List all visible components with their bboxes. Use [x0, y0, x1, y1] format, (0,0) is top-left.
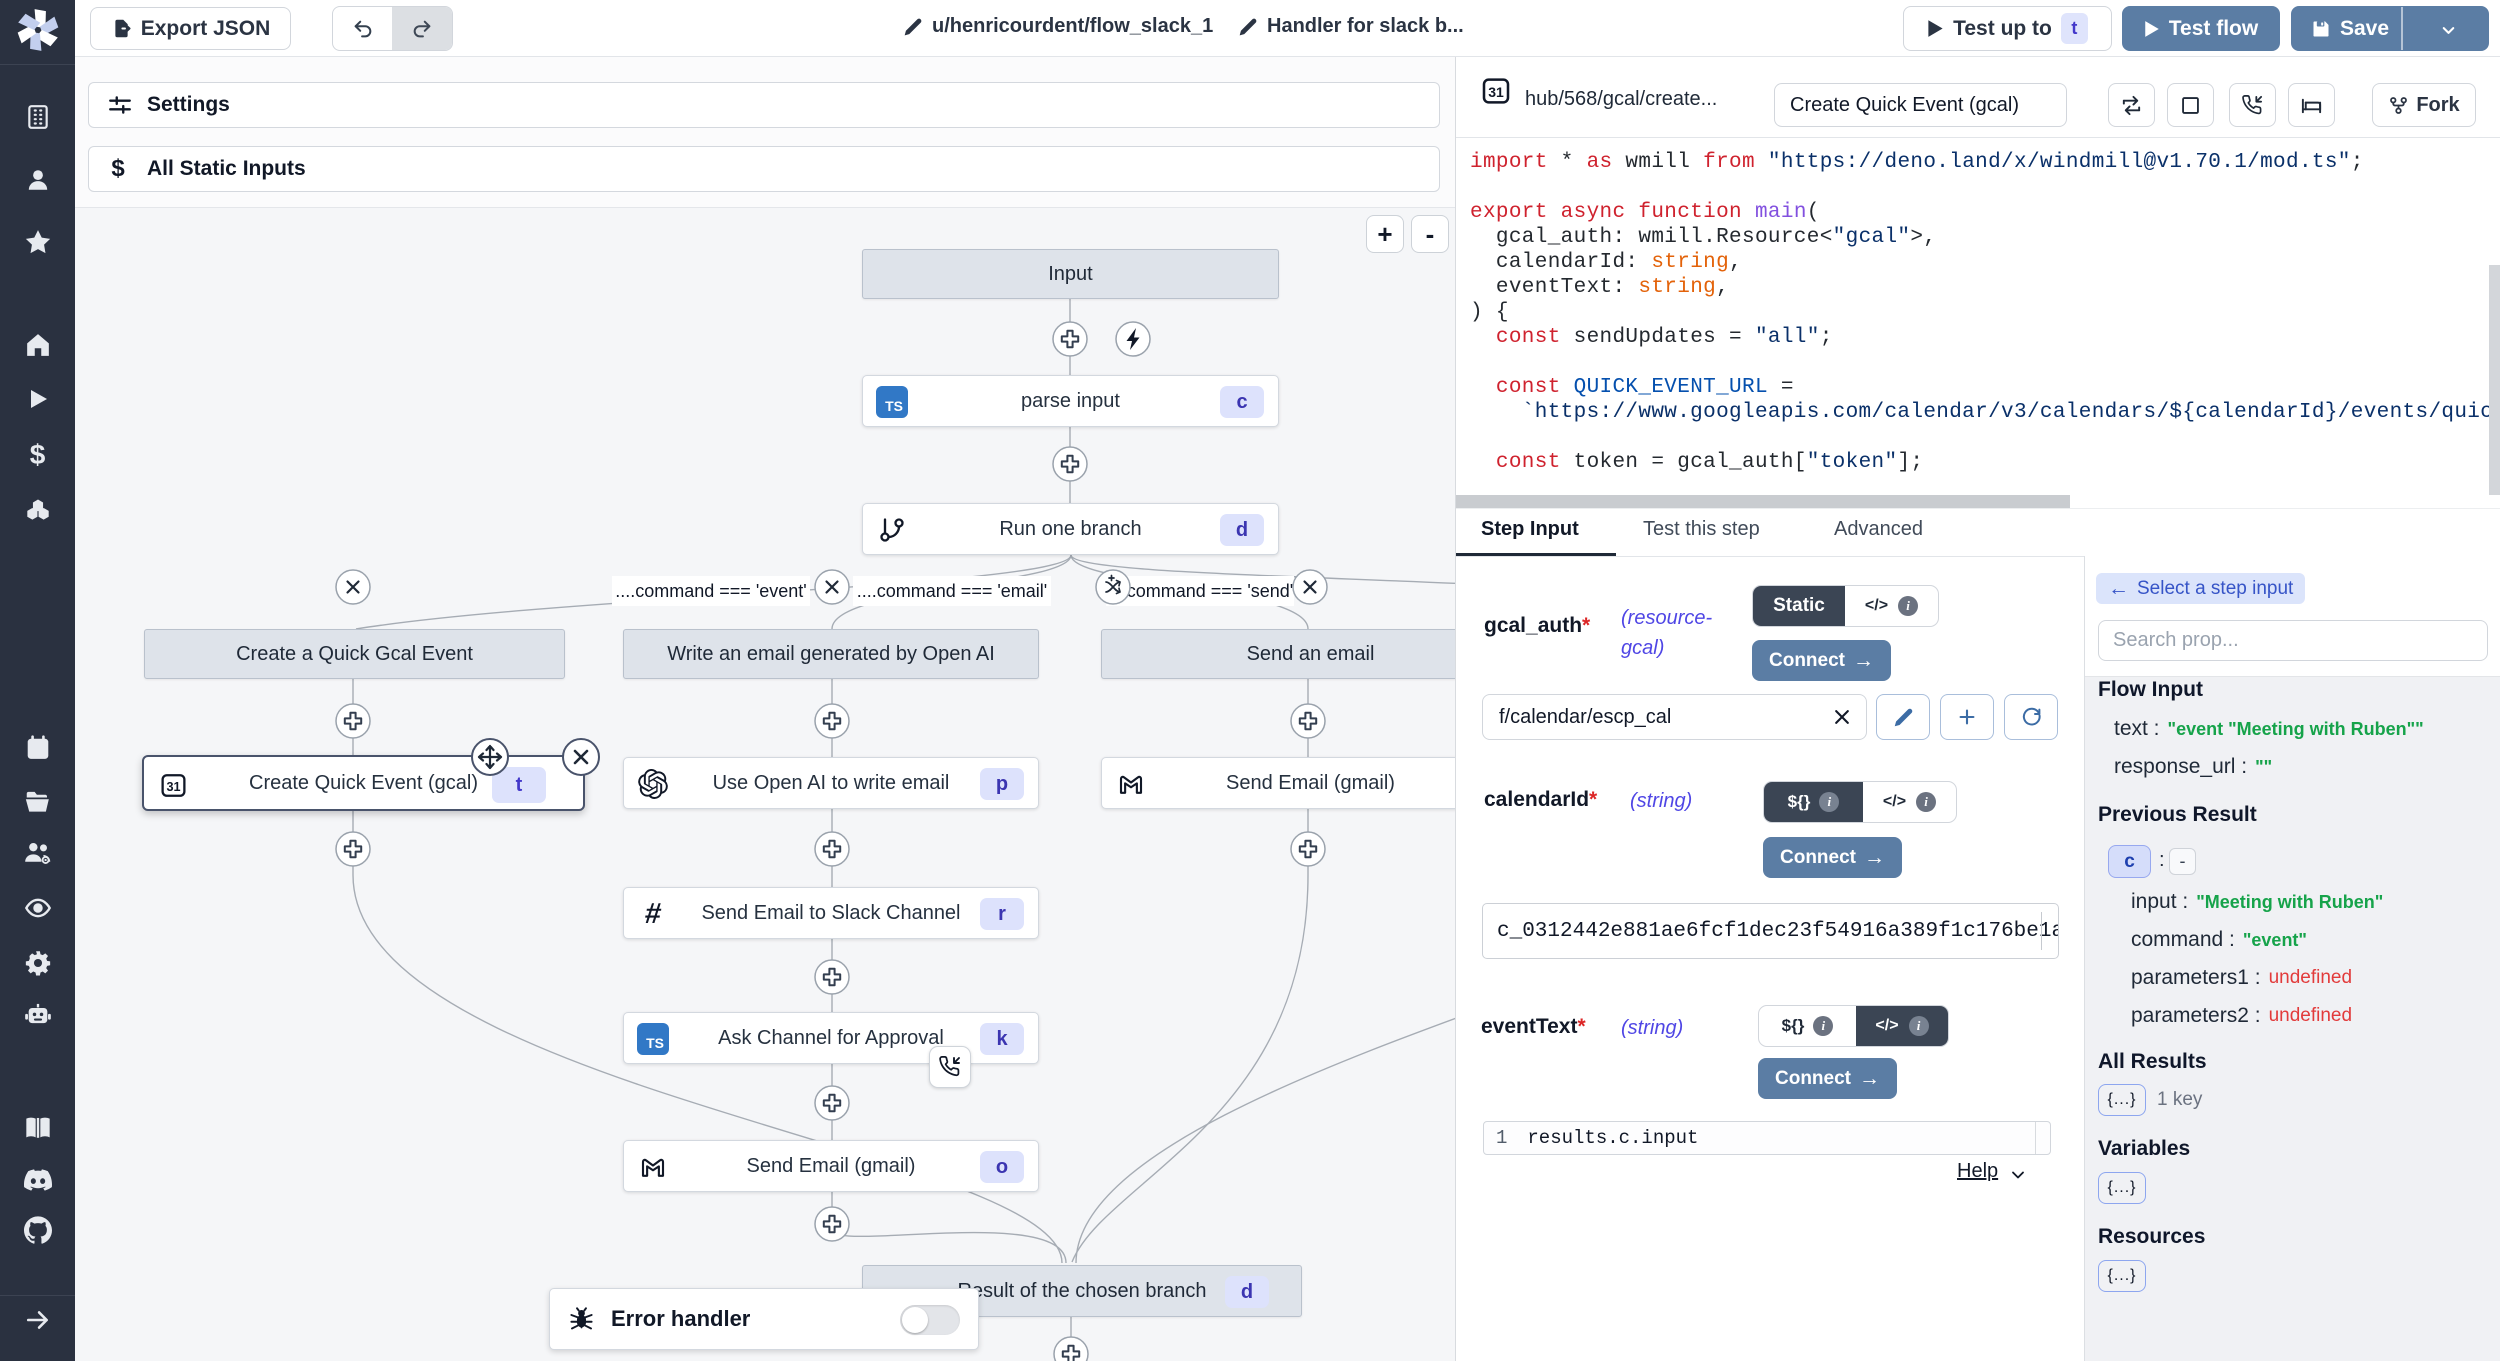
svg-text:31: 31 [1488, 84, 1504, 100]
